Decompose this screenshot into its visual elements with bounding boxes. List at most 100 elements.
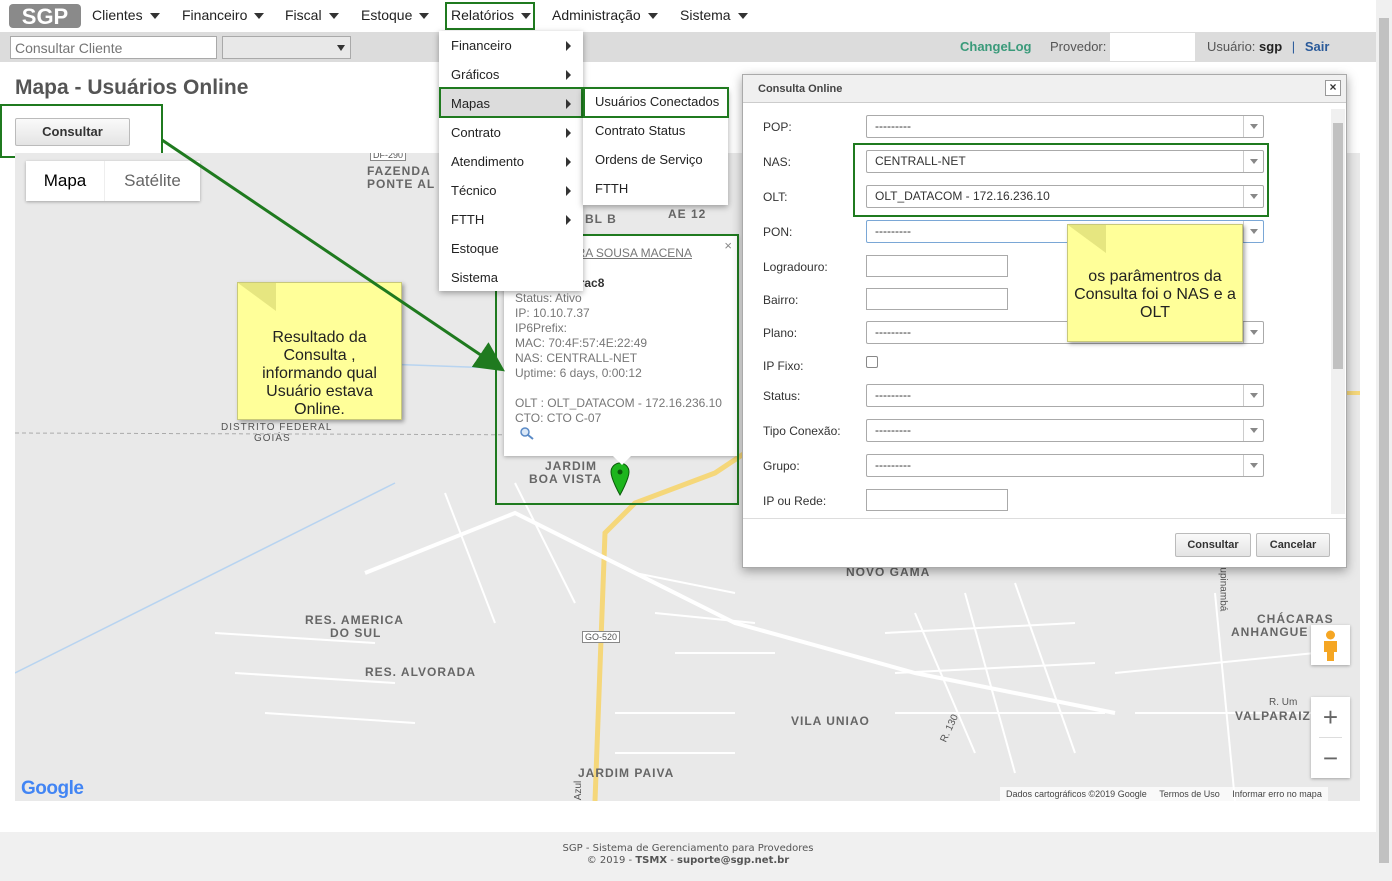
menu-item-financeiro[interactable]: Financeiro: [439, 31, 583, 60]
nav-financeiro[interactable]: Financeiro: [182, 0, 265, 31]
pop-label: POP:: [763, 120, 792, 134]
pop-select[interactable]: ---------: [866, 115, 1264, 138]
map-label-res-america-2: DO SUL: [330, 626, 382, 640]
chevron-down-icon: [1243, 420, 1263, 441]
tab-satelite[interactable]: Satélite: [104, 161, 200, 201]
pegman-icon: [1324, 630, 1337, 661]
chevron-down-icon: [1243, 455, 1263, 476]
submenu-ordens-servico[interactable]: Ordens de Serviço: [583, 147, 728, 176]
dialog-scrollbar[interactable]: [1331, 109, 1345, 514]
nav-sistema[interactable]: Sistema: [680, 0, 748, 31]
logradouro-label: Logradouro:: [763, 260, 828, 274]
chevron-down-icon: [1243, 116, 1263, 137]
top-navbar: SGP Clientes Financeiro Fiscal Estoque R…: [0, 0, 1376, 32]
dialog-cancelar-button[interactable]: Cancelar: [1256, 533, 1330, 557]
grupo-select[interactable]: ---------: [866, 454, 1264, 477]
user-info: Usuário: sgp | Sair: [1207, 39, 1330, 54]
highlight-relatorios: [445, 2, 535, 30]
map-label-vila-uniao: VILA UNIAO: [791, 714, 870, 728]
status-label: Status:: [763, 389, 801, 403]
submenu-ftth[interactable]: FTTH: [583, 176, 728, 205]
page-footer: SGP - Sistema de Gerenciamento para Prov…: [0, 832, 1376, 881]
page-title: Mapa - Usuários Online: [15, 76, 249, 99]
nav-clientes[interactable]: Clientes: [92, 0, 160, 31]
chevron-down-icon: [419, 13, 430, 20]
ip-rede-input[interactable]: [866, 489, 1008, 511]
menu-item-estoque[interactable]: Estoque: [439, 234, 583, 263]
zoom-in-button[interactable]: +: [1311, 697, 1350, 737]
bairro-input[interactable]: [866, 288, 1008, 310]
terms-link[interactable]: Termos de Uso: [1159, 789, 1220, 799]
footer-copyright: © 2019 - TSMX - suporte@sgp.net.br: [586, 855, 790, 866]
map-label-tupinamba: Tupinambá: [1217, 561, 1229, 612]
google-logo: Google: [21, 778, 84, 799]
plano-label: Plano:: [763, 326, 798, 340]
provedor-field[interactable]: [1110, 33, 1195, 61]
bairro-label: Bairro:: [763, 293, 799, 307]
menu-item-contrato[interactable]: Contrato: [439, 118, 583, 147]
map-label-ae12: AE 12: [668, 207, 707, 221]
menu-item-tecnico[interactable]: Técnico: [439, 176, 583, 205]
annotation-note-right: os parâmentros da Consulta foi o NAS e a…: [1067, 224, 1243, 342]
nav-administracao[interactable]: Administração: [552, 0, 658, 31]
tab-mapa[interactable]: Mapa: [26, 161, 104, 201]
status-select[interactable]: ---------: [866, 384, 1264, 407]
changelog-link[interactable]: ChangeLog: [960, 39, 1032, 54]
map-label-res-alvorada: RES. ALVORADA: [365, 665, 477, 679]
menu-item-graficos[interactable]: Gráficos: [439, 60, 583, 89]
street-view-control[interactable]: [1311, 625, 1350, 665]
chevron-right-icon: [566, 157, 571, 167]
client-search-select[interactable]: [222, 36, 351, 59]
highlight-nas-olt: [853, 143, 1269, 217]
map-attribution: Dados cartográficos ©2019 Google Termos …: [1000, 787, 1328, 801]
pon-label: PON:: [763, 225, 793, 239]
chevron-right-icon: [566, 215, 571, 225]
chevron-right-icon: [566, 128, 571, 138]
chevron-right-icon: [566, 41, 571, 51]
ipfixo-checkbox[interactable]: [866, 356, 878, 368]
menu-item-ftth[interactable]: FTTH: [439, 205, 583, 234]
nav-fiscal[interactable]: Fiscal: [285, 0, 339, 31]
client-search-input[interactable]: [10, 36, 217, 59]
chevron-right-icon: [566, 186, 571, 196]
relatorios-dropdown: Financeiro Gráficos Mapas Contrato Atend…: [439, 31, 583, 291]
olt-label: OLT:: [763, 190, 788, 204]
chevron-down-icon: [737, 13, 748, 20]
map-label-valparaiz: VALPARAIZ: [1235, 709, 1311, 723]
map-label-df290: DF-290: [370, 153, 407, 161]
menu-item-sistema[interactable]: Sistema: [439, 263, 583, 292]
tipo-conexao-select[interactable]: ---------: [866, 419, 1264, 442]
map-label-jardim-paiva: JARDIM PAIVA: [578, 766, 675, 780]
zoom-control: + −: [1311, 697, 1350, 778]
chevron-down-icon: [1243, 221, 1263, 242]
chevron-down-icon: [337, 45, 345, 51]
report-link[interactable]: Informar erro no mapa: [1232, 789, 1322, 799]
chevron-down-icon: [647, 13, 658, 20]
usuario-name: sgp: [1259, 39, 1283, 54]
dialog-close-icon[interactable]: ×: [1325, 80, 1341, 96]
map-label-go520: GO-520: [582, 631, 621, 643]
map-label-r-um: R. Um: [1269, 697, 1298, 708]
highlight-usuarios-conectados: [583, 87, 729, 118]
logradouro-input[interactable]: [866, 255, 1008, 277]
menu-item-atendimento[interactable]: Atendimento: [439, 147, 583, 176]
annotation-note-left: Resultado da Consulta , informando qual …: [237, 282, 402, 420]
zoom-out-button[interactable]: −: [1311, 738, 1350, 778]
highlight-mapas: [439, 87, 583, 118]
footer-title: SGP - Sistema de Gerenciamento para Prov…: [562, 843, 814, 854]
chevron-down-icon: [254, 13, 265, 20]
tipo-conexao-label: Tipo Conexão:: [763, 424, 841, 438]
chevron-down-icon: [149, 13, 160, 20]
sgp-logo[interactable]: SGP: [9, 2, 81, 30]
submenu-contrato-status[interactable]: Contrato Status: [583, 118, 728, 147]
logout-link[interactable]: Sair: [1305, 39, 1330, 54]
provedor-label: Provedor:: [1050, 39, 1107, 54]
dialog-consultar-button[interactable]: Consultar: [1175, 533, 1251, 557]
page-scrollbar[interactable]: [1376, 0, 1392, 881]
highlight-consultar: [0, 104, 163, 158]
support-email-link[interactable]: suporte@sgp.net.br: [677, 855, 789, 866]
map-label-bl-b: BL B: [585, 212, 617, 226]
dialog-title: Consulta Online: [743, 75, 1346, 103]
nav-estoque[interactable]: Estoque: [361, 0, 430, 31]
chevron-down-icon: [1243, 385, 1263, 406]
